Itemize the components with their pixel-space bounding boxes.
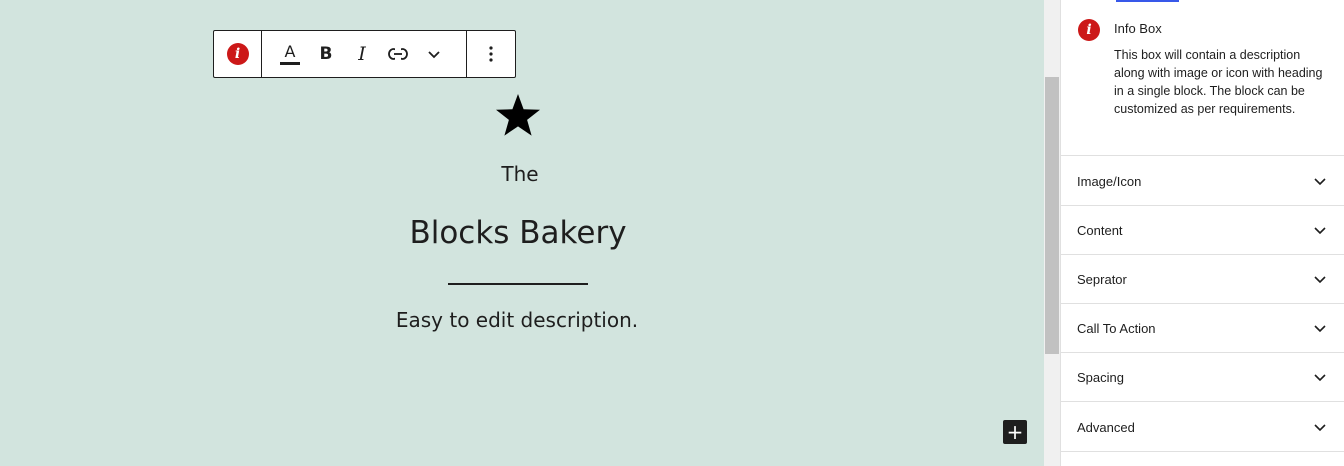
italic-button[interactable]: I — [344, 36, 380, 72]
chevron-down-icon — [1314, 424, 1326, 432]
text-color-button[interactable]: A — [272, 36, 308, 72]
chevron-down-icon — [1314, 178, 1326, 186]
add-block-button[interactable]: + — [1003, 420, 1027, 444]
more-rich-text-button[interactable] — [416, 36, 452, 72]
chevron-down-icon — [1314, 374, 1326, 382]
block-toolbar: i A B I — [213, 30, 516, 78]
block-type-group: i — [214, 31, 262, 77]
panel-label: Spacing — [1077, 369, 1124, 385]
chevron-down-icon — [1314, 227, 1326, 235]
panel-label: Call To Action — [1077, 320, 1156, 336]
block-type-button[interactable]: i — [220, 36, 256, 72]
panel-call-to-action[interactable]: Call To Action — [1061, 304, 1344, 353]
more-vertical-icon — [489, 46, 493, 62]
block-card-description: This box will contain a description alon… — [1114, 48, 1323, 116]
panel-label: Content — [1077, 222, 1123, 238]
chevron-down-icon — [1314, 276, 1326, 284]
panel-separator[interactable]: Seprator — [1061, 255, 1344, 304]
block-card-title: Info Box — [1114, 21, 1162, 36]
options-button[interactable] — [473, 36, 509, 72]
block-card: i Info Box This box will contain a descr… — [1061, 0, 1344, 156]
panel-spacing[interactable]: Spacing — [1061, 353, 1344, 402]
editor-canvas[interactable]: i A B I The Blocks Bakery Easy to edit d… — [0, 0, 1044, 466]
panel-label: Advanced — [1077, 419, 1135, 435]
chevron-down-icon — [428, 51, 440, 59]
info-box-pre-title[interactable]: The — [0, 162, 1040, 186]
chevron-down-icon — [1314, 325, 1326, 333]
info-icon: i — [226, 43, 249, 65]
settings-sidebar: i Info Box This box will contain a descr… — [1060, 0, 1344, 466]
text-color-bar — [280, 61, 300, 65]
canvas-scrollbar[interactable] — [1044, 0, 1060, 466]
info-icon: i — [1078, 19, 1100, 41]
info-box-separator — [448, 283, 588, 285]
panel-label: Seprator — [1077, 271, 1127, 287]
star-icon[interactable] — [494, 92, 542, 140]
info-box-description[interactable]: Easy to edit description. — [0, 308, 1034, 332]
options-group — [467, 31, 515, 77]
panel-advanced[interactable]: Advanced — [1061, 403, 1344, 452]
text-color-letter: A — [284, 41, 296, 61]
scrollbar-thumb[interactable] — [1045, 77, 1059, 354]
panel-image-icon[interactable]: Image/Icon — [1061, 157, 1344, 206]
link-button[interactable] — [380, 36, 416, 72]
panel-content[interactable]: Content — [1061, 206, 1344, 255]
block-card-body: Info Box This box will contain a descrip… — [1114, 20, 1328, 155]
panel-label: Image/Icon — [1077, 173, 1142, 189]
text-color-icon: A — [280, 41, 300, 65]
link-icon — [388, 48, 408, 60]
format-group: A B I — [262, 31, 467, 77]
info-box-title[interactable]: Blocks Bakery — [0, 215, 1036, 251]
bold-button[interactable]: B — [308, 36, 344, 72]
